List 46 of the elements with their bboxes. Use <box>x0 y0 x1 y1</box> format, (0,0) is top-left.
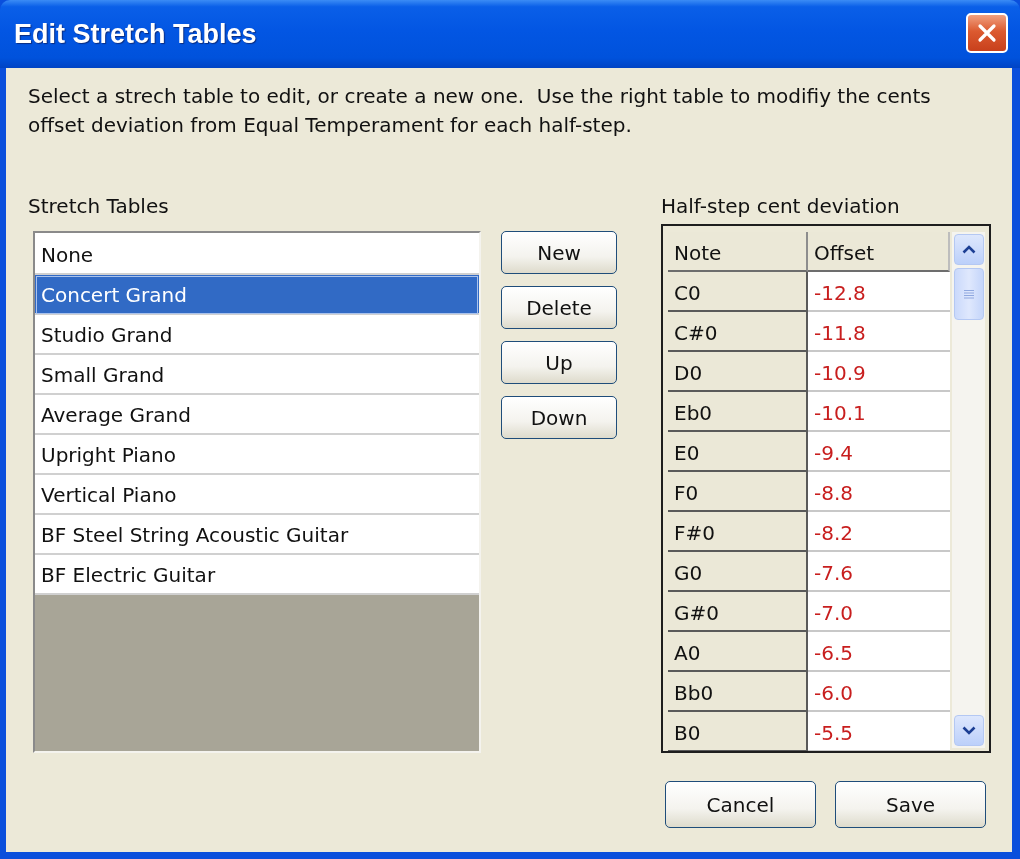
column-header[interactable]: Note <box>668 232 808 272</box>
offset-cell[interactable]: -10.1 <box>808 392 950 432</box>
dialog-button[interactable]: Save <box>835 781 986 828</box>
note-cell: E0 <box>668 432 808 472</box>
list-label: Stretch Tables <box>28 193 170 219</box>
grip-icon <box>962 289 975 299</box>
scrollbar-track[interactable] <box>952 232 985 748</box>
list-action-button[interactable]: Delete <box>501 286 617 329</box>
offset-cell[interactable]: -8.2 <box>808 512 950 552</box>
list-item[interactable]: Concert Grand <box>35 275 479 315</box>
instructions-text: Select a strech table to edit, or create a new one. Use the right table to modifiy the cents offset deviation from Equal Temperament for each half-step. <box>28 83 932 139</box>
note-cell: D0 <box>668 352 808 392</box>
close-icon <box>976 22 998 44</box>
offset-cell[interactable]: -8.8 <box>808 472 950 512</box>
offset-cell[interactable]: -10.9 <box>808 352 950 392</box>
note-cell: Eb0 <box>668 392 808 432</box>
note-cell: Bb0 <box>668 672 808 712</box>
scroll-up-button[interactable] <box>953 234 984 265</box>
note-cell: B0 <box>668 712 808 751</box>
offset-cell[interactable]: -9.4 <box>808 432 950 472</box>
scroll-down-button[interactable] <box>953 715 984 746</box>
note-cell: C0 <box>668 272 808 312</box>
note-cell: F0 <box>668 472 808 512</box>
offset-cell[interactable]: -12.8 <box>808 272 950 312</box>
note-cell: F#0 <box>668 512 808 552</box>
scrollbar-thumb[interactable] <box>953 268 984 320</box>
offset-cell[interactable]: -7.0 <box>808 592 950 632</box>
note-cell: C#0 <box>668 312 808 352</box>
note-cell: G#0 <box>668 592 808 632</box>
list-action-button[interactable]: New <box>501 231 617 274</box>
offset-cell[interactable]: -6.5 <box>808 632 950 672</box>
note-cell: A0 <box>668 632 808 672</box>
offset-cell[interactable]: -11.8 <box>808 312 950 352</box>
table-label: Half-step cent deviation <box>661 193 901 219</box>
offset-cell[interactable]: -5.5 <box>808 712 950 751</box>
list-action-button[interactable]: Up <box>501 341 617 384</box>
caret-up-icon <box>961 245 976 254</box>
column-header[interactable]: Offset <box>808 232 950 272</box>
offset-cell[interactable]: -6.0 <box>808 672 950 712</box>
note-cell: G0 <box>668 552 808 592</box>
close-button[interactable] <box>966 13 1008 53</box>
list-action-button[interactable]: Down <box>501 396 617 439</box>
dialog-button[interactable]: Cancel <box>665 781 816 828</box>
offset-cell[interactable]: -7.6 <box>808 552 950 592</box>
caret-down-icon <box>961 726 976 735</box>
window-title: Edit Stretch Tables <box>14 18 257 50</box>
